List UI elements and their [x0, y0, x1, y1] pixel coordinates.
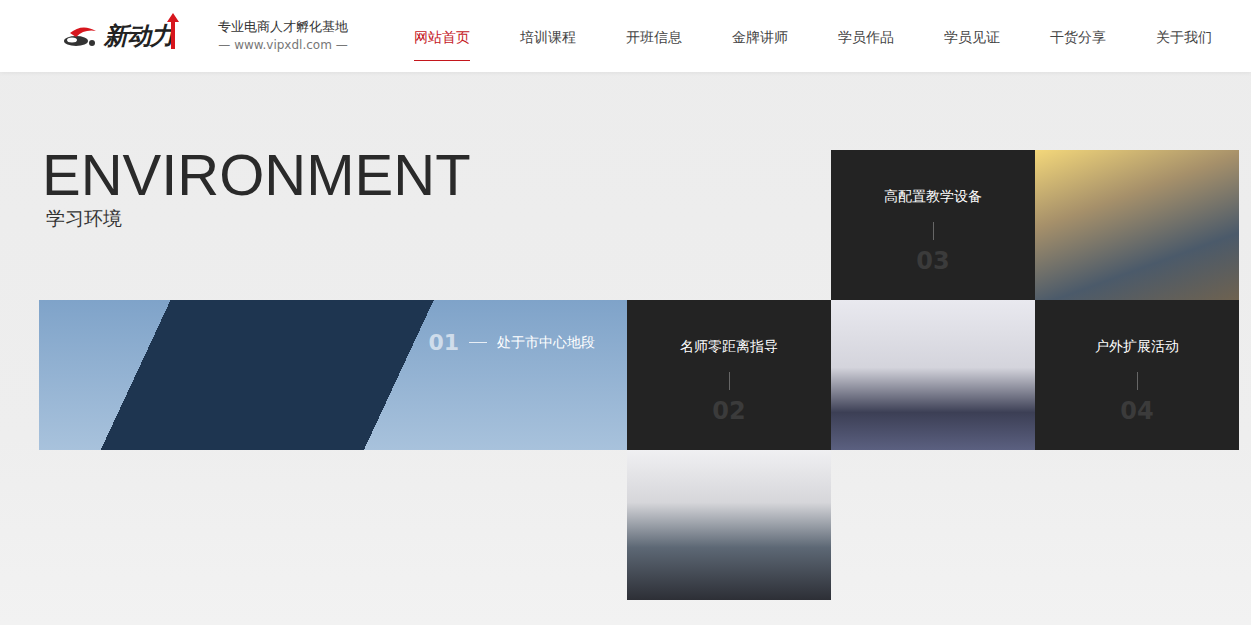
- nav-item[interactable]: 网站首页: [414, 11, 470, 61]
- tile-divider: [729, 372, 730, 390]
- env-tile[interactable]: [831, 300, 1035, 450]
- tile-label: 高配置教学设备: [884, 186, 982, 206]
- tile-divider: [933, 222, 934, 240]
- tile-label: 名师零距离指导: [680, 336, 778, 356]
- caption-dash: [469, 342, 487, 343]
- tagline: 专业电商人才孵化基地: [208, 18, 358, 36]
- section-heading: ENVIRONMENT学习环境: [39, 144, 831, 300]
- hero-caption: 01 处于市中心地段: [428, 330, 595, 355]
- tile-divider: [1137, 372, 1138, 390]
- env-tile[interactable]: 名师零距离指导 02: [627, 300, 831, 450]
- nav-item[interactable]: 干货分享: [1050, 11, 1106, 61]
- env-tile[interactable]: [1035, 150, 1239, 300]
- tile-number: 03: [916, 246, 949, 276]
- nav-item[interactable]: 关于我们: [1156, 11, 1212, 61]
- tagline-block: 专业电商人才孵化基地— www.vipxdl.com —: [208, 18, 358, 54]
- page: 新动力 专业电商人才孵化基地— www.vipxdl.com — 网站首页培训课程开…: [0, 0, 1251, 625]
- arrow-icon: [167, 13, 179, 49]
- site-url: — www.vipxdl.com —: [208, 36, 358, 54]
- env-tile[interactable]: 高配置教学设备 03: [831, 150, 1035, 300]
- logo-icon: [62, 21, 102, 51]
- logo-text: 新动力: [104, 20, 173, 52]
- env-tile[interactable]: 01 处于市中心地段: [39, 300, 627, 450]
- brand[interactable]: 新动力: [62, 20, 198, 52]
- nav-item[interactable]: 培训课程: [520, 11, 576, 61]
- tile-number: 04: [1120, 396, 1153, 426]
- tile-grid: ENVIRONMENT学习环境高配置教学设备0301处于市中心地段名师零距离指导…: [39, 150, 1251, 600]
- tile-number: 02: [712, 396, 745, 426]
- nav-item[interactable]: 学员作品: [838, 11, 894, 61]
- environment-section: ENVIRONMENT学习环境 高配置教学设备 03 01 处于市中心地段 名师零距离指导…: [0, 72, 1251, 600]
- tile-label: 处于市中心地段: [497, 334, 595, 352]
- nav-item[interactable]: 学员见证: [944, 11, 1000, 61]
- env-tile[interactable]: [627, 450, 831, 600]
- nav-item[interactable]: 金牌讲师: [732, 11, 788, 61]
- section-title: ENVIRONMENT: [42, 144, 831, 206]
- main-nav: 网站首页培训课程开班信息金牌讲师学员作品学员见证干货分享关于我们: [414, 11, 1212, 61]
- tile-label: 户外扩展活动: [1095, 336, 1179, 356]
- section-subtitle: 学习环境: [46, 206, 831, 230]
- tile-number: 01: [428, 330, 459, 355]
- header: 新动力 专业电商人才孵化基地— www.vipxdl.com — 网站首页培训课程开…: [0, 0, 1251, 72]
- nav-item[interactable]: 开班信息: [626, 11, 682, 61]
- env-tile[interactable]: 户外扩展活动 04: [1035, 300, 1239, 450]
